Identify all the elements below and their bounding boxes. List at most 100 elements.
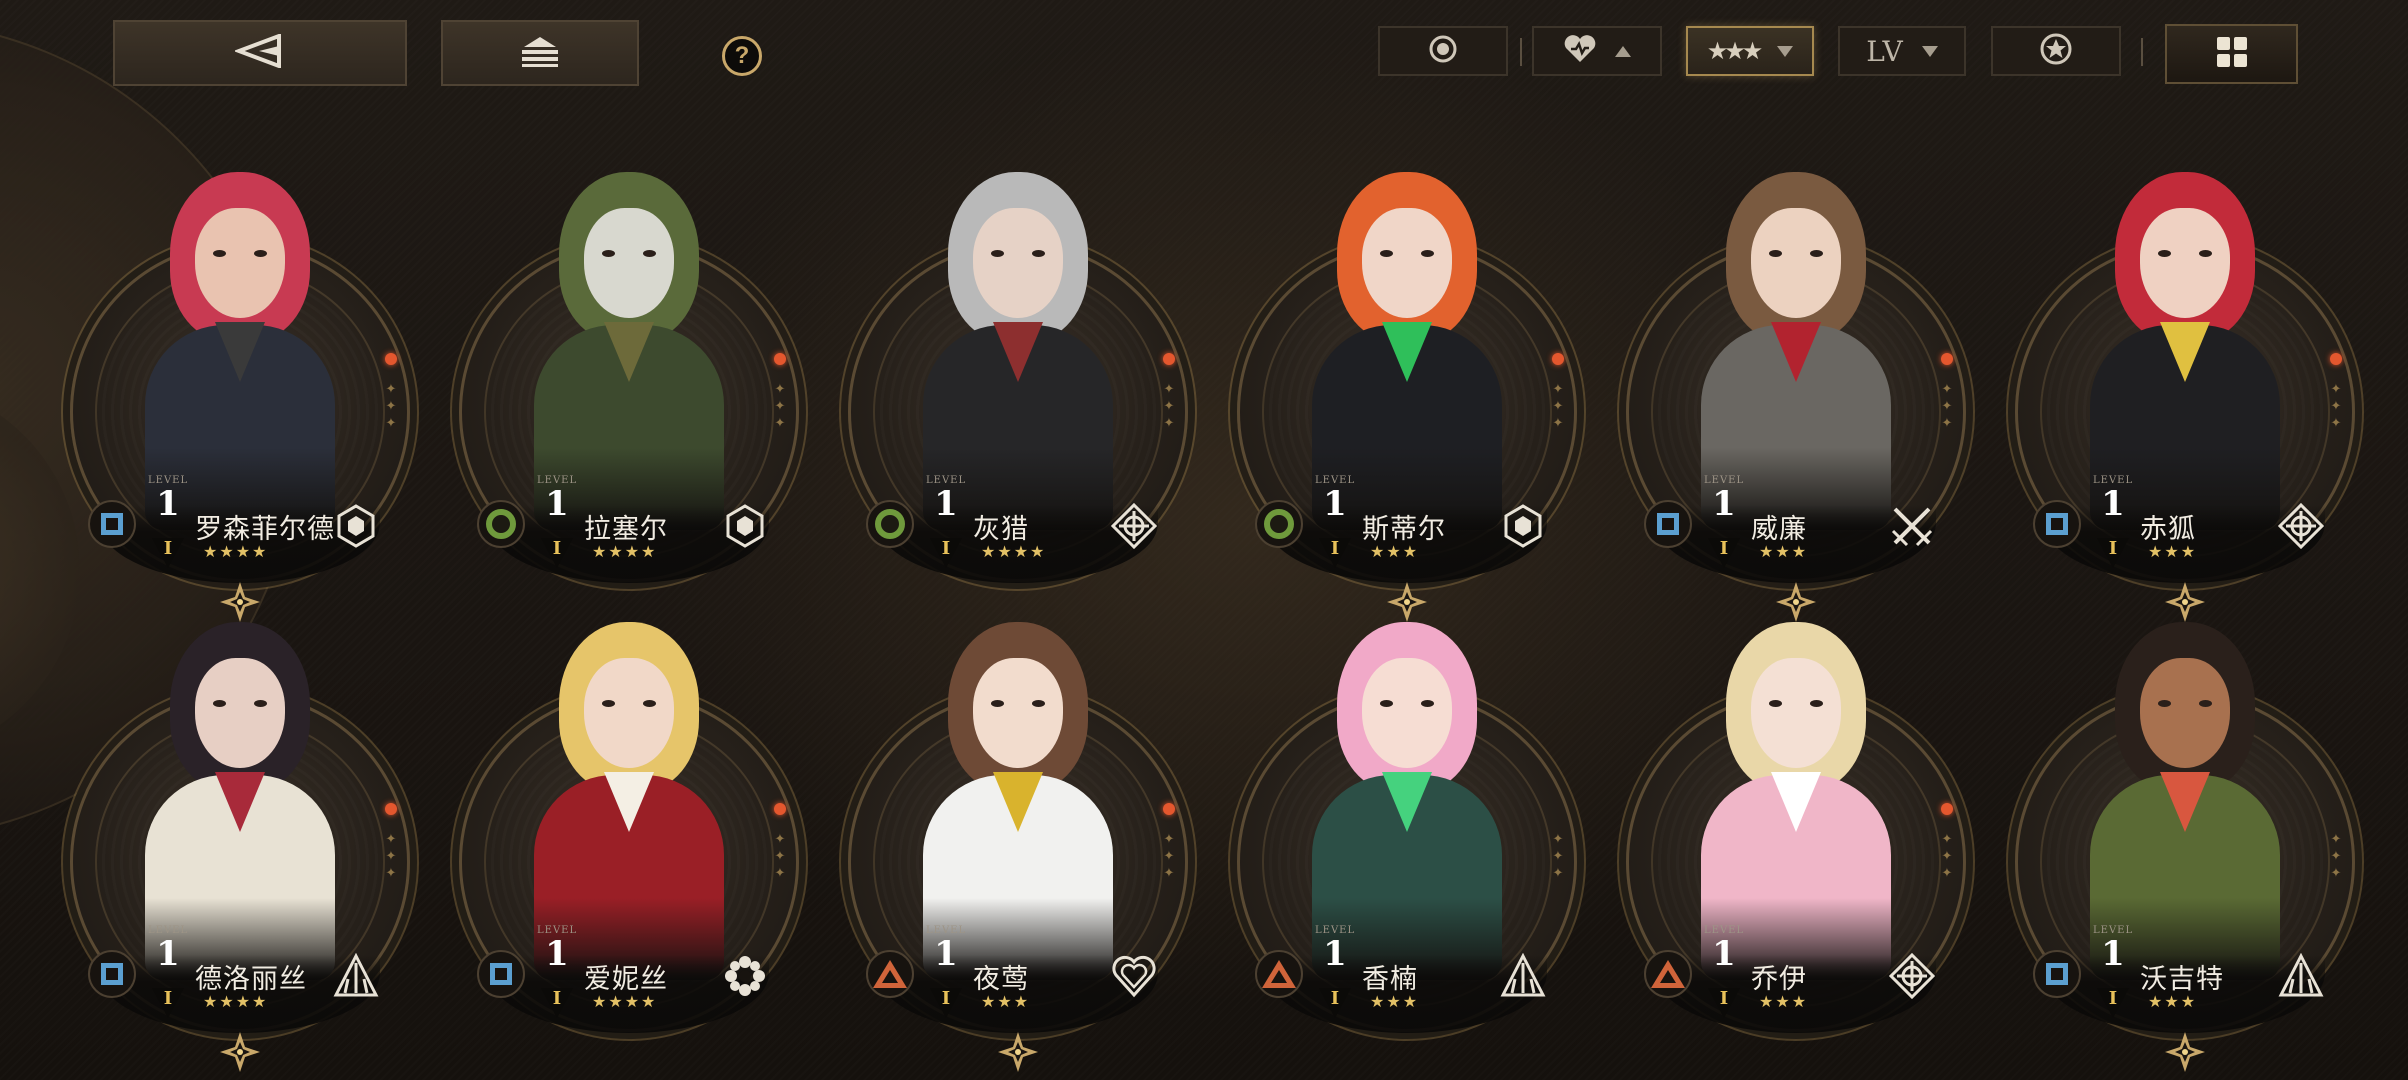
portrait-face bbox=[195, 658, 285, 768]
alert-dot bbox=[1163, 353, 1175, 365]
level-display: LEVEL 1 bbox=[2093, 475, 2133, 522]
crosshair-icon bbox=[2277, 502, 2325, 550]
alert-dot bbox=[2330, 353, 2342, 365]
alert-dot bbox=[1941, 803, 1953, 815]
level-display: LEVEL 1 bbox=[148, 475, 188, 522]
portrait-face bbox=[973, 658, 1063, 768]
portrait-eye bbox=[991, 250, 1004, 257]
rarity-stars: ★★★★ bbox=[203, 544, 269, 561]
character-card[interactable]: ✦ ✦ ✦ LEVEL 1 I 罗森菲尔德 ★★★★ bbox=[70, 150, 410, 622]
character-card[interactable]: ✦ ✦ ✦ LEVEL 1 I 威廉 ★★★ bbox=[1626, 150, 1966, 622]
portrait-eye bbox=[2199, 700, 2212, 707]
character-portrait bbox=[893, 150, 1143, 530]
level-display: LEVEL 1 bbox=[1315, 925, 1355, 972]
character-name: 德洛丽丝 bbox=[195, 964, 307, 994]
alert-dot bbox=[1941, 353, 1953, 365]
frame-star-decoration: ✦ ✦ ✦ bbox=[1552, 381, 1564, 430]
rarity-stars: ★★★ bbox=[2148, 994, 2198, 1011]
portrait-eye bbox=[213, 700, 226, 707]
portrait-eye bbox=[254, 700, 267, 707]
star-diamond-icon bbox=[998, 1032, 1038, 1072]
class-square-icon bbox=[1644, 500, 1692, 548]
level-display: LEVEL 1 bbox=[537, 475, 577, 522]
level-sort-button[interactable]: LV bbox=[1838, 26, 1966, 76]
portrait-eye bbox=[1380, 700, 1393, 707]
help-button[interactable]: ? bbox=[722, 36, 762, 76]
level-display: LEVEL 1 bbox=[926, 475, 966, 522]
spike-triangle-icon bbox=[1499, 952, 1547, 1000]
level-number: 1 bbox=[1712, 934, 1736, 974]
portrait-eye bbox=[1810, 700, 1823, 707]
portrait-eye bbox=[643, 700, 656, 707]
character-portrait bbox=[2060, 150, 2310, 530]
frame-star-decoration: ✦ ✦ ✦ bbox=[1163, 831, 1175, 880]
character-name: 威廉 bbox=[1751, 514, 1807, 544]
gear-flower-icon bbox=[721, 952, 769, 1000]
heart-icon bbox=[1563, 34, 1597, 69]
level-display: LEVEL 1 bbox=[537, 925, 577, 972]
level-number: 1 bbox=[1323, 934, 1347, 974]
character-card[interactable]: ✦ ✦ ✦ LEVEL 1 I 斯蒂尔 ★★★ bbox=[1237, 150, 1577, 622]
spike-triangle-icon bbox=[332, 952, 380, 1000]
character-card[interactable]: ✦ ✦ ✦ LEVEL 1 I 爱妮丝 ★★★★ bbox=[459, 600, 799, 1040]
character-card[interactable]: ✦ ✦ ✦ LEVEL 1 I 夜莺 ★★★ bbox=[848, 600, 1188, 1072]
character-name: 罗森菲尔德 bbox=[195, 514, 335, 544]
filter-toggle-button[interactable] bbox=[1378, 26, 1508, 76]
radio-dot-icon bbox=[1428, 34, 1458, 69]
character-card[interactable]: ✦ ✦ ✦ LEVEL 1 I 拉塞尔 ★★★★ bbox=[459, 150, 799, 590]
portrait-face bbox=[1751, 208, 1841, 318]
home-button[interactable] bbox=[441, 20, 639, 86]
portrait-face bbox=[2140, 658, 2230, 768]
level-display: LEVEL 1 bbox=[148, 925, 188, 972]
frame-star-decoration: ✦ ✦ ✦ bbox=[1552, 831, 1564, 880]
class-circle-icon bbox=[866, 500, 914, 548]
portrait-eye bbox=[2158, 700, 2171, 707]
portrait-eye bbox=[1421, 250, 1434, 257]
character-name: 爱妮丝 bbox=[584, 964, 668, 994]
portrait-face bbox=[195, 208, 285, 318]
frame-star-decoration: ✦ ✦ ✦ bbox=[1941, 381, 1953, 430]
portrait-eye bbox=[991, 700, 1004, 707]
character-name: 斯蒂尔 bbox=[1362, 514, 1446, 544]
heart-outline-icon bbox=[1110, 952, 1158, 1000]
character-card[interactable]: ✦ ✦ ✦ LEVEL 1 I 灰猎 ★★★★ bbox=[848, 150, 1188, 590]
portrait-face bbox=[1362, 208, 1452, 318]
level-number: 1 bbox=[934, 484, 958, 524]
hexagon-cluster-icon bbox=[721, 502, 769, 550]
character-card[interactable]: ✦ ✦ ✦ LEVEL 1 I 赤狐 ★★★ bbox=[2015, 150, 2355, 622]
class-triangle-icon bbox=[1255, 950, 1303, 998]
level-number: 1 bbox=[1712, 484, 1736, 524]
rarity-stars: ★★★★ bbox=[592, 544, 658, 561]
alert-dot bbox=[1163, 803, 1175, 815]
back-button[interactable] bbox=[113, 20, 407, 86]
star-diamond-icon bbox=[2165, 1032, 2205, 1072]
portrait-face bbox=[1362, 658, 1452, 768]
character-name: 夜莺 bbox=[973, 964, 1029, 994]
square-shape bbox=[1657, 513, 1679, 535]
square-shape bbox=[2046, 963, 2068, 985]
star-filter-button[interactable] bbox=[1991, 26, 2121, 76]
frame-star-decoration: ✦ ✦ ✦ bbox=[385, 381, 397, 430]
portrait-eye bbox=[2158, 250, 2171, 257]
portrait-face bbox=[973, 208, 1063, 318]
character-card[interactable]: ✦ ✦ ✦ LEVEL 1 I 乔伊 ★★★ bbox=[1626, 600, 1966, 1040]
favorite-sort-button[interactable] bbox=[1532, 26, 1662, 76]
rarity-stars: ★★★★ bbox=[592, 994, 658, 1011]
rarity-sort-button[interactable]: ★★★ bbox=[1686, 26, 1814, 76]
rarity-stars: ★★★ bbox=[2148, 544, 2198, 561]
portrait-eye bbox=[1769, 250, 1782, 257]
portrait-eye bbox=[1032, 250, 1045, 257]
portrait-eye bbox=[1769, 700, 1782, 707]
character-card[interactable]: ✦ ✦ ✦ LEVEL 1 I 沃吉特 ★★★ bbox=[2015, 600, 2355, 1072]
level-display: LEVEL 1 bbox=[2093, 925, 2133, 972]
character-card[interactable]: ✦ ✦ ✦ LEVEL 1 I 德洛丽丝 ★★★★ bbox=[70, 600, 410, 1072]
frame-star-decoration: ✦ ✦ ✦ bbox=[774, 831, 786, 880]
character-card[interactable]: ✦ ✦ ✦ LEVEL 1 I 香楠 ★★★ bbox=[1237, 600, 1577, 1040]
level-number: 1 bbox=[2101, 484, 2125, 524]
frame-star-decoration: ✦ ✦ ✦ bbox=[1163, 381, 1175, 430]
grid-view-button[interactable] bbox=[2165, 24, 2298, 84]
portrait-eye bbox=[643, 250, 656, 257]
portrait-eye bbox=[602, 700, 615, 707]
class-square-icon bbox=[2033, 500, 2081, 548]
filter-separator bbox=[2141, 38, 2143, 66]
